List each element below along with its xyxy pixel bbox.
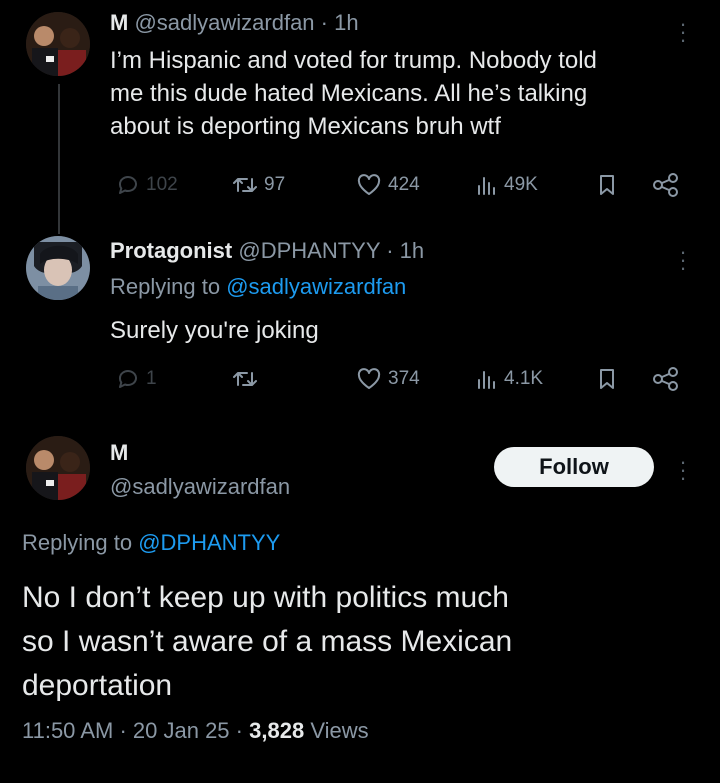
follow-button[interactable]: Follow — [494, 447, 654, 487]
retweet-icon — [233, 178, 257, 192]
replying-to-handle[interactable]: @DPHANTYY — [138, 530, 280, 555]
heart-icon — [357, 174, 381, 195]
views-count: 49K — [504, 174, 538, 195]
views-count: 4.1K — [504, 368, 544, 389]
heart-icon — [357, 368, 381, 389]
reply-count: 1 — [146, 368, 157, 389]
replying-to-handle[interactable]: @sadlyawizardfan — [226, 274, 406, 299]
tweet-text-line: I’m Hispanic and voted for trump. Nobody… — [110, 47, 597, 74]
bookmark-icon[interactable] — [598, 368, 616, 395]
replying-to: Replying to @DPHANTYY — [22, 530, 280, 556]
views-icon — [478, 371, 495, 389]
handle[interactable]: @sadlyawizardfan — [134, 10, 314, 35]
avatar[interactable] — [26, 12, 90, 76]
like-count: 374 — [388, 368, 420, 389]
tweet-text: No I don’t keep up with politics much so… — [22, 576, 702, 708]
views-icon — [478, 177, 495, 195]
tweet-date[interactable]: 20 Jan 25 — [133, 718, 230, 743]
tweet-text-line: me this dude hated Mexicans. All he’s ta… — [110, 80, 588, 107]
reply-button[interactable]: 1 — [116, 368, 157, 390]
like-button[interactable]: 374 — [356, 368, 420, 390]
avatar[interactable] — [26, 436, 90, 500]
more-options-icon[interactable]: · · · — [679, 451, 687, 489]
tweet-text-line: about is deporting Mexicans bruh wtf — [110, 113, 501, 140]
retweet-count: 97 — [264, 174, 286, 195]
views-label: Views — [310, 718, 369, 743]
bookmark-icon[interactable] — [598, 174, 616, 201]
views-button[interactable]: 4.1K — [476, 368, 543, 390]
replying-to-label: Replying to — [110, 274, 221, 299]
tweet-meta: 11:50 AM · 20 Jan 25 · 3,828 Views — [22, 718, 369, 744]
handle[interactable]: @DPHANTYY — [238, 238, 380, 263]
meta-separator: · — [235, 718, 243, 743]
reply-count: 102 — [146, 174, 178, 195]
timestamp[interactable]: · 1h — [321, 10, 359, 35]
more-options-icon[interactable]: · · · — [679, 241, 687, 279]
retweet-button[interactable]: 97 — [232, 174, 285, 196]
tweet-text-line: No I don’t keep up with politics much — [22, 581, 509, 614]
share-icon[interactable] — [652, 173, 680, 202]
tweet-text: Surely you're joking — [110, 317, 319, 344]
thread-line — [58, 84, 60, 234]
share-icon[interactable] — [652, 367, 680, 396]
reply-icon — [119, 370, 137, 388]
like-button[interactable]: 424 — [356, 174, 420, 196]
replying-to: Replying to @sadlyawizardfan — [110, 274, 406, 300]
reply-button[interactable]: 102 — [116, 174, 178, 196]
display-name[interactable]: Protagonist — [110, 238, 232, 263]
like-count: 424 — [388, 174, 420, 195]
avatar[interactable] — [26, 236, 90, 300]
display-name[interactable]: M — [110, 10, 128, 35]
reply-icon — [119, 176, 137, 194]
meta-separator: · — [119, 718, 127, 743]
tweet-header: M @sadlyawizardfan · 1h — [110, 10, 359, 36]
handle[interactable]: @sadlyawizardfan — [110, 474, 290, 500]
tweet-text-line: so I wasn’t aware of a mass Mexican — [22, 625, 513, 658]
tweet-text: I’m Hispanic and voted for trump. Nobody… — [110, 44, 710, 143]
more-options-icon[interactable]: · · · — [679, 13, 687, 51]
replying-to-label: Replying to — [22, 530, 133, 555]
tweet-text-line: deportation — [22, 669, 173, 702]
retweet-button[interactable] — [232, 368, 264, 390]
timestamp[interactable]: · 1h — [386, 238, 424, 263]
views-count: 3,828 — [249, 718, 305, 743]
retweet-icon — [233, 372, 257, 386]
tweet-time[interactable]: 11:50 AM — [22, 718, 113, 743]
tweet-header: Protagonist @DPHANTYY · 1h — [110, 238, 424, 264]
display-name[interactable]: M — [110, 440, 128, 466]
views-button[interactable]: 49K — [476, 174, 538, 196]
